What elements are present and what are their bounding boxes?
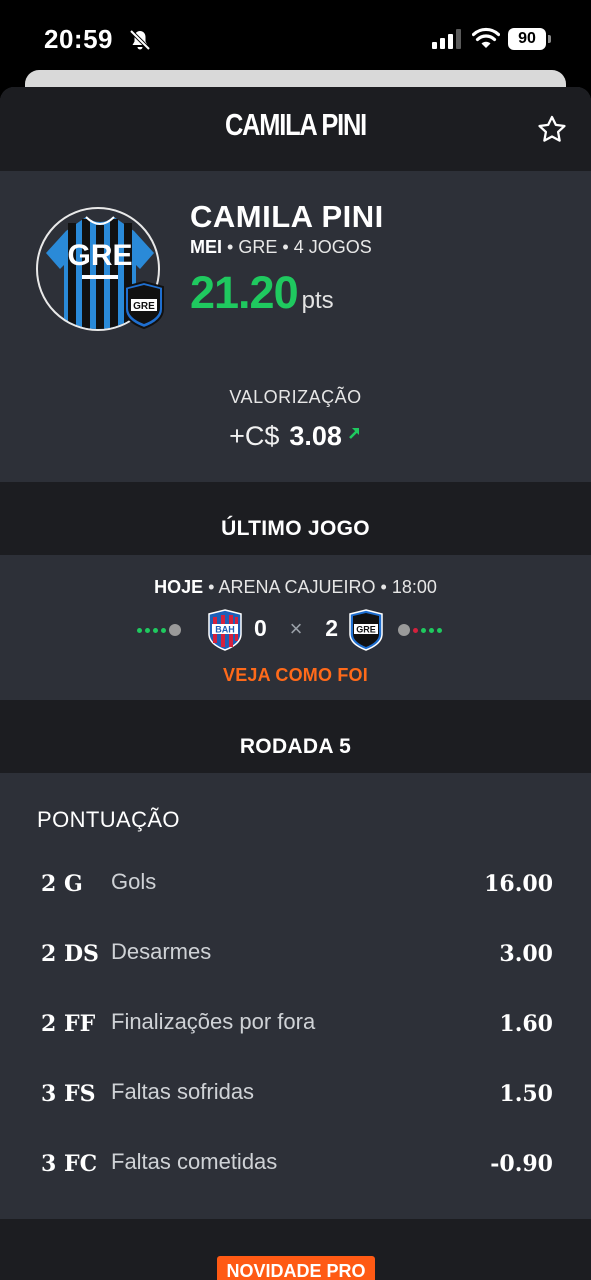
status-bar: 20:59 90 — [0, 0, 591, 80]
star-outline-icon[interactable] — [535, 113, 569, 147]
score-row: 3 FC Faltas cometidas -0.90 — [0, 1145, 591, 1185]
score-row: 2 FF Finalizações por fora 1.60 — [0, 1005, 591, 1045]
score-code: 3 FC — [41, 1151, 98, 1177]
form-dot-loss — [413, 627, 418, 633]
valorizacao-value: 3.08 — [289, 421, 342, 451]
bottom-band: NOVIDADE PRO — [0, 1219, 591, 1280]
score-code: 2 G — [41, 871, 83, 897]
valorizacao-prefix: +C$ — [229, 421, 280, 451]
score-code: 3 FS — [41, 1081, 96, 1107]
score-row: 2 G Gols 16.00 — [0, 865, 591, 905]
form-dot-win — [161, 627, 166, 633]
valorizacao: +C$ 3.08 — [0, 421, 591, 452]
player-games: 4 JOGOS — [293, 237, 372, 257]
game-venue: ARENA CAJUEIRO — [218, 577, 376, 597]
score-label: Faltas sofridas — [111, 1079, 255, 1104]
crest-text: GRE — [133, 301, 155, 312]
player-sheet: CAMILA PINI GRE GRE CAMILA PINI MEI • GR… — [0, 87, 591, 1280]
team-crest-icon: GRE — [124, 281, 164, 329]
game-day: HOJE — [154, 577, 204, 597]
score-row: 3 FS Faltas sofridas 1.50 — [0, 1075, 591, 1115]
game-info: HOJE • ARENA CAJUEIRO • 18:00 — [154, 577, 437, 597]
form-dot-neutral — [169, 624, 181, 636]
form-dot-win — [429, 627, 434, 633]
jersey-text: GRE — [67, 239, 132, 272]
player-position: MEI — [190, 237, 223, 257]
battery-level: 90 — [508, 28, 546, 50]
scoring-section: PONTUAÇÃO 2 G Gols 16.00 2 DS Desarmes 3… — [0, 773, 591, 1219]
home-form — [137, 624, 181, 636]
player-meta: MEI • GRE • 4 JOGOS — [190, 237, 372, 257]
novidade-pro-badge[interactable]: NOVIDADE PRO — [217, 1256, 375, 1280]
score-label: Desarmes — [111, 939, 212, 964]
header-title: CAMILA PINI — [225, 107, 367, 142]
home-team-crest-icon: BAH — [208, 609, 242, 651]
away-team-crest-icon: GRE — [349, 609, 383, 651]
score-unit: pts — [301, 287, 334, 314]
round-header: RODADA 5 — [0, 700, 591, 773]
score-points: 16.00 — [484, 871, 553, 897]
veja-como-foi-link[interactable]: VEJA COMO FOI — [0, 665, 591, 686]
form-dot-win — [145, 627, 150, 633]
form-dot-win — [437, 627, 442, 633]
match-score: 0 × 2 — [254, 615, 338, 642]
away-score: 2 — [325, 615, 338, 641]
score-separator: × — [289, 615, 303, 641]
form-dot-neutral — [398, 624, 410, 636]
game-time: 18:00 — [391, 577, 437, 597]
home-score: 0 — [254, 615, 267, 641]
score-label: Gols — [111, 869, 157, 894]
bell-slash-icon — [129, 29, 151, 51]
player-summary: GRE GRE CAMILA PINI MEI • GRE • 4 JOGOS … — [0, 171, 591, 482]
status-time: 20:59 — [44, 24, 113, 54]
battery-icon: 90 — [508, 28, 552, 50]
score-code: 2 FF — [41, 1011, 96, 1037]
player-score: 21.20 pts — [190, 267, 334, 319]
last-game-card: HOJE • ARENA CAJUEIRO • 18:00 BAH 0 × 2 — [0, 555, 591, 700]
score-label: Faltas cometidas — [111, 1149, 278, 1174]
score-points: -0.90 — [490, 1151, 553, 1177]
round-title: RODADA 5 — [239, 735, 352, 758]
sheet-header: CAMILA PINI — [0, 87, 591, 171]
wifi-icon — [472, 27, 500, 48]
score-row: 2 DS Desarmes 3.00 — [0, 935, 591, 975]
scoring-title: PONTUAÇÃO — [37, 807, 180, 832]
form-dot-win — [137, 627, 142, 633]
player-team: GRE — [238, 237, 278, 257]
form-dot-win — [153, 627, 158, 633]
player-name: CAMILA PINI — [190, 199, 384, 234]
score-points: 1.50 — [499, 1081, 553, 1107]
form-dot-win — [421, 627, 426, 633]
score-points: 3.00 — [499, 941, 553, 967]
last-game-title: ÚLTIMO JOGO — [221, 517, 370, 540]
last-game-header: ÚLTIMO JOGO — [0, 482, 591, 555]
score-label: Finalizações por fora — [111, 1009, 316, 1034]
away-form — [398, 624, 442, 636]
away-team-abbr: GRE — [356, 625, 376, 635]
valorizacao-label: VALORIZAÇÃO — [229, 387, 362, 407]
score-code: 2 DS — [41, 941, 99, 967]
score-value: 21.20 — [190, 267, 299, 318]
cellular-signal-icon — [432, 29, 461, 49]
score-points: 1.60 — [499, 1011, 553, 1037]
home-team-abbr: BAH — [215, 625, 235, 635]
arrow-up-right-icon — [349, 428, 359, 439]
